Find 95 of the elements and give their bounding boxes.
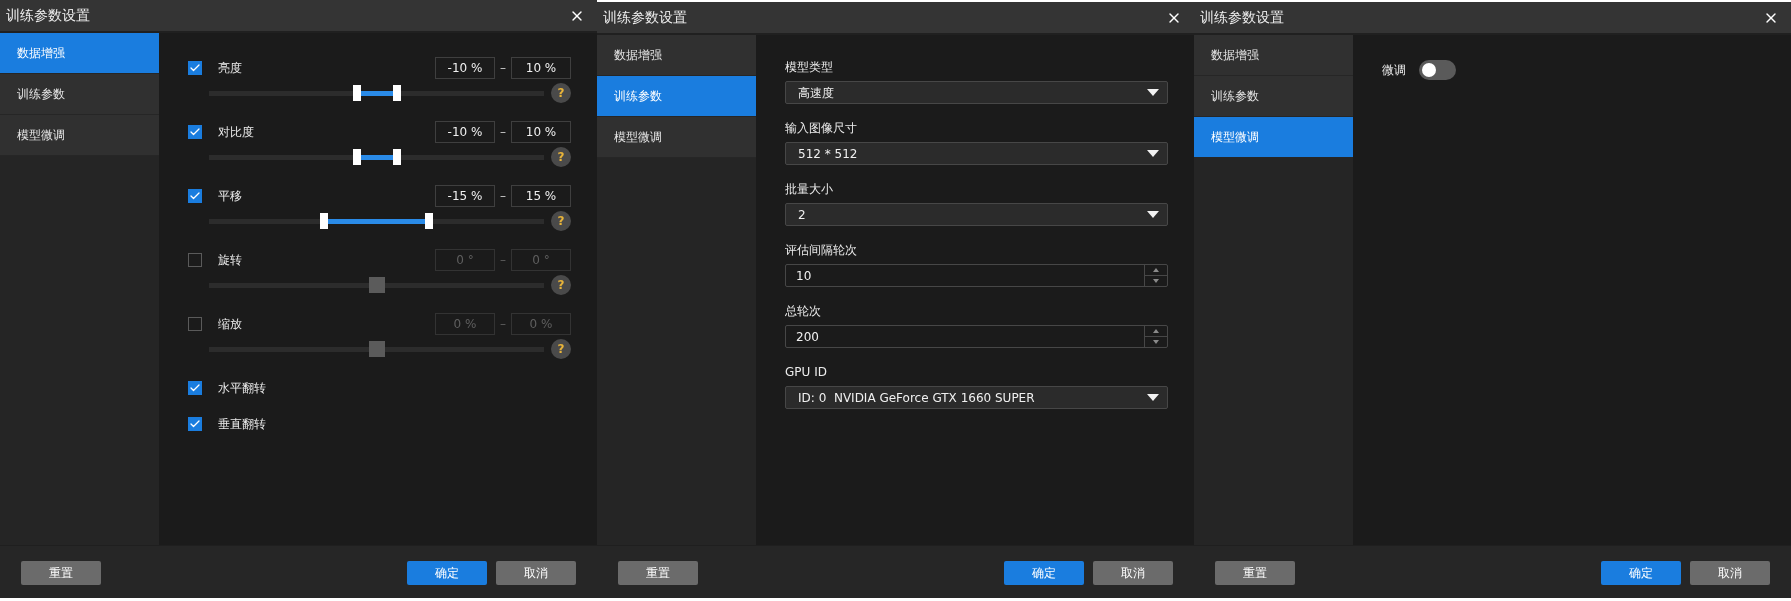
field-label: 模型类型 bbox=[785, 59, 834, 75]
max-value-field[interactable]: 0 ° bbox=[511, 249, 571, 271]
dropdown[interactable]: ID: 0 NVIDIA GeForce GTX 1660 SUPER bbox=[785, 386, 1168, 409]
help-button[interactable]: ? bbox=[551, 211, 571, 231]
slider-thumb[interactable] bbox=[392, 149, 401, 165]
max-value-field[interactable]: 0 % bbox=[511, 313, 571, 335]
dialog-button[interactable]: 取消 bbox=[1093, 561, 1173, 585]
range-dash: – bbox=[499, 124, 507, 141]
dropdown[interactable]: 高速度 bbox=[785, 81, 1168, 104]
max-value-field[interactable]: 15 % bbox=[511, 185, 571, 207]
checkmark-icon bbox=[189, 418, 201, 430]
field-label: GPU ID bbox=[785, 364, 828, 380]
caret-down-icon bbox=[1147, 394, 1159, 401]
min-value-field[interactable]: 0 % bbox=[435, 313, 495, 335]
caret-down-icon bbox=[1147, 211, 1159, 218]
range-slider[interactable] bbox=[209, 277, 544, 293]
help-button[interactable]: ? bbox=[551, 83, 571, 103]
checkmark-icon bbox=[189, 62, 201, 74]
window-title: 训练参数设置 bbox=[6, 6, 91, 25]
switch-label: 微调 bbox=[1382, 62, 1406, 79]
sidebar-tab[interactable]: 模型微调 bbox=[1194, 117, 1353, 158]
help-button[interactable]: ? bbox=[551, 147, 571, 167]
checkbox[interactable] bbox=[188, 253, 202, 267]
option-label: 垂直翻转 bbox=[218, 416, 266, 433]
dialog-button[interactable]: 重置 bbox=[1215, 561, 1295, 585]
number-input[interactable]: 10 bbox=[785, 264, 1168, 287]
checkmark-icon bbox=[189, 190, 201, 202]
window-title: 训练参数设置 bbox=[603, 8, 688, 27]
option-label: 旋转 bbox=[218, 252, 242, 269]
checkbox[interactable] bbox=[188, 189, 202, 203]
sidebar-tab[interactable]: 数据增强 bbox=[597, 35, 756, 76]
dialog-button[interactable]: 取消 bbox=[1690, 561, 1770, 585]
toggle-switch[interactable] bbox=[1419, 60, 1456, 80]
range-dash: – bbox=[499, 60, 507, 77]
number-input[interactable]: 200 bbox=[785, 325, 1168, 348]
dropdown[interactable]: 2 bbox=[785, 203, 1168, 226]
field-label: 总轮次 bbox=[785, 303, 822, 319]
caret-down-icon bbox=[1147, 150, 1159, 157]
range-dash: – bbox=[499, 188, 507, 205]
slider-thumb[interactable] bbox=[368, 277, 385, 293]
dialog-button[interactable]: 确定 bbox=[407, 561, 487, 585]
sidebar-tab[interactable]: 数据增强 bbox=[0, 33, 159, 74]
slider-thumb[interactable] bbox=[424, 213, 433, 229]
checkbox[interactable] bbox=[188, 317, 202, 331]
sidebar-tab[interactable]: 训练参数 bbox=[597, 76, 756, 117]
up-arrow-icon bbox=[1153, 329, 1159, 333]
max-value-field[interactable]: 10 % bbox=[511, 121, 571, 143]
min-value-field[interactable]: -10 % bbox=[435, 121, 495, 143]
up-arrow-icon bbox=[1153, 268, 1159, 272]
checkmark-icon bbox=[189, 382, 201, 394]
dialog-button[interactable]: 重置 bbox=[618, 561, 698, 585]
sidebar-tab[interactable]: 数据增强 bbox=[1194, 35, 1353, 76]
checkmark-icon bbox=[189, 126, 201, 138]
dialog-button[interactable]: 取消 bbox=[496, 561, 576, 585]
checkbox[interactable] bbox=[188, 61, 202, 75]
dialog-button[interactable]: 确定 bbox=[1601, 561, 1681, 585]
down-arrow-icon bbox=[1153, 279, 1159, 283]
checkbox[interactable] bbox=[188, 417, 202, 431]
dialog-button[interactable]: 确定 bbox=[1004, 561, 1084, 585]
max-value-field[interactable]: 10 % bbox=[511, 57, 571, 79]
down-arrow-icon bbox=[1153, 340, 1159, 344]
slider-thumb[interactable] bbox=[353, 149, 362, 165]
option-label: 亮度 bbox=[218, 60, 242, 77]
min-value-field[interactable]: 0 ° bbox=[435, 249, 495, 271]
sidebar-tab[interactable]: 训练参数 bbox=[1194, 76, 1353, 117]
help-button[interactable]: ? bbox=[551, 275, 571, 295]
range-dash: – bbox=[499, 252, 507, 269]
slider-thumb[interactable] bbox=[353, 85, 362, 101]
range-slider[interactable] bbox=[209, 149, 544, 165]
field-label: 输入图像尺寸 bbox=[785, 120, 858, 136]
range-dash: – bbox=[499, 316, 507, 333]
range-slider[interactable] bbox=[209, 85, 544, 101]
min-value-field[interactable]: -15 % bbox=[435, 185, 495, 207]
checkbox[interactable] bbox=[188, 125, 202, 139]
field-label: 评估间隔轮次 bbox=[785, 242, 858, 258]
option-label: 对比度 bbox=[218, 124, 254, 141]
slider-thumb[interactable] bbox=[392, 85, 401, 101]
option-label: 水平翻转 bbox=[218, 380, 266, 397]
slider-thumb[interactable] bbox=[320, 213, 329, 229]
sidebar-tab[interactable]: 模型微调 bbox=[597, 117, 756, 158]
sidebar-tab[interactable]: 模型微调 bbox=[0, 115, 159, 156]
checkbox[interactable] bbox=[188, 381, 202, 395]
range-slider[interactable] bbox=[209, 341, 544, 357]
dropdown[interactable]: 512 * 512 bbox=[785, 142, 1168, 165]
field-label: 批量大小 bbox=[785, 181, 834, 197]
range-slider[interactable] bbox=[209, 213, 544, 229]
caret-down-icon bbox=[1147, 89, 1159, 96]
sidebar-tab[interactable]: 训练参数 bbox=[0, 74, 159, 115]
help-button[interactable]: ? bbox=[551, 339, 571, 359]
window-title: 训练参数设置 bbox=[1200, 8, 1285, 27]
slider-thumb[interactable] bbox=[368, 341, 385, 357]
option-label: 平移 bbox=[218, 188, 242, 205]
dialog-button[interactable]: 重置 bbox=[21, 561, 101, 585]
option-label: 缩放 bbox=[218, 316, 242, 333]
min-value-field[interactable]: -10 % bbox=[435, 57, 495, 79]
